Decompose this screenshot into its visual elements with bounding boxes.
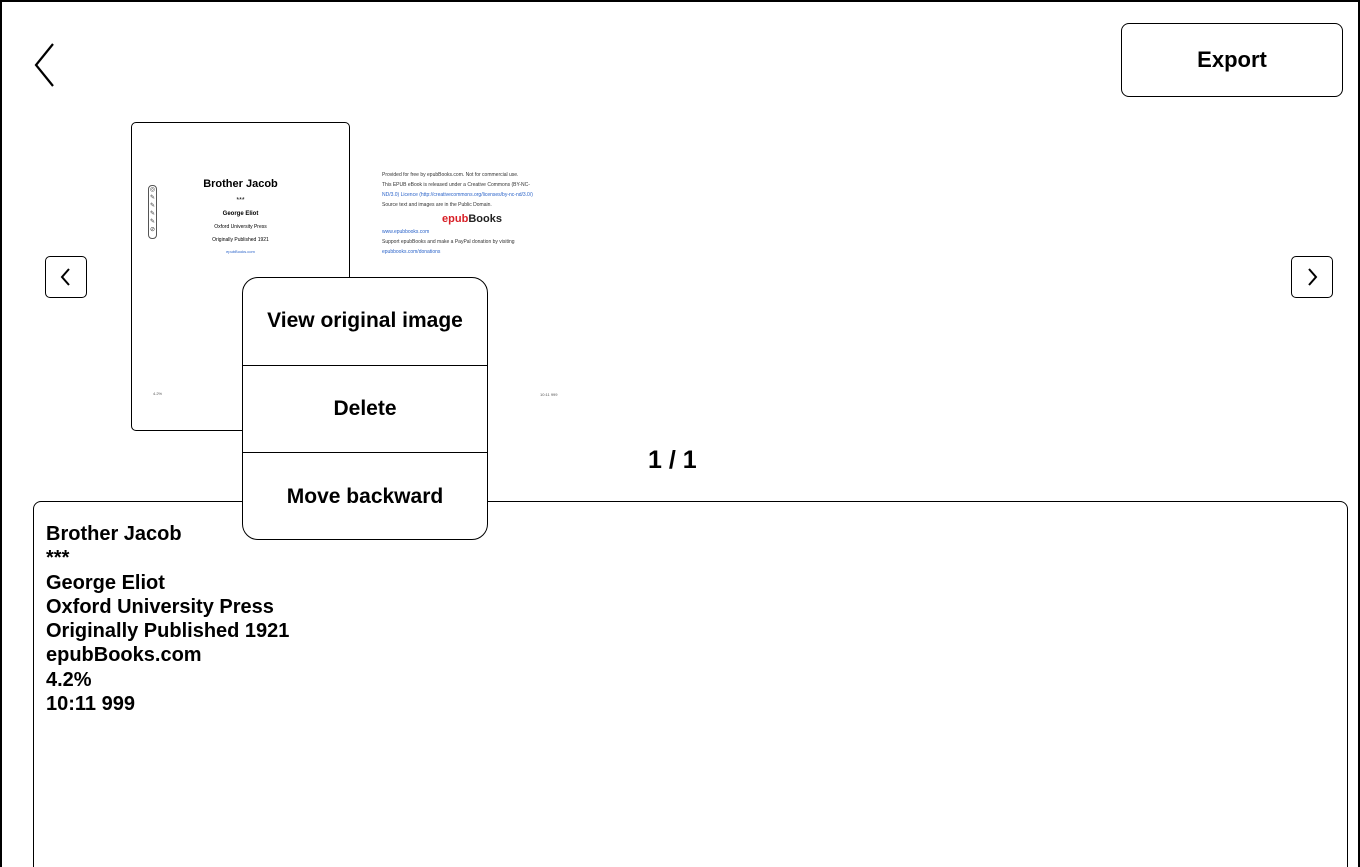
menu-item-view-original-image[interactable]: View original image: [243, 278, 487, 366]
chevron-left-icon: [34, 43, 54, 87]
text-line: ***: [46, 547, 70, 570]
menu-item-move-backward[interactable]: Move backward: [243, 453, 487, 539]
back-button[interactable]: [28, 40, 68, 90]
text-line: 4.2%: [46, 668, 92, 691]
page2-line: Provided for free by epubBooks.com. Not …: [382, 172, 519, 178]
next-page-button[interactable]: [1291, 256, 1333, 298]
context-menu: View original image Delete Move backward: [242, 277, 488, 540]
page2-link: www.epubbooks.com: [382, 229, 430, 235]
recognized-text-panel[interactable]: Brother Jacob *** George Eliot Oxford Un…: [33, 501, 1348, 867]
page2-footer: 10:11 999: [540, 392, 558, 397]
page2-line: ND/3.0) Licence (http://creativecommons.…: [382, 192, 533, 198]
recognized-text: Brother Jacob *** George Eliot Oxford Un…: [46, 522, 289, 716]
previous-page-button[interactable]: [45, 256, 87, 298]
thumbnail-publisher: Oxford University Press: [214, 224, 267, 230]
epubbooks-logo: epubBooks: [442, 213, 502, 225]
menu-item-delete[interactable]: Delete: [243, 366, 487, 453]
page2-line: epubbooks.com/donations: [382, 249, 441, 255]
text-line: Oxford University Press: [46, 595, 274, 618]
thumbnail-footer: 4.2%: [153, 391, 163, 396]
text-line: Originally Published 1921: [46, 620, 290, 643]
text-line: 10:11 999: [46, 693, 135, 716]
thumbnail-author: George Eliot: [222, 211, 259, 217]
page-indicator: 1 / 1: [648, 446, 697, 474]
chevron-right-icon: [1308, 268, 1318, 286]
thumbnail-title: Brother Jacob: [203, 178, 278, 190]
thumbnail-published: Originally Published 1921: [212, 237, 269, 243]
page2-line: Source text and images are in the Public…: [382, 202, 492, 208]
page2-line: Support epubBooks and make a PayPal dona…: [382, 239, 515, 245]
text-line: George Eliot: [46, 571, 165, 594]
export-button[interactable]: Export: [1121, 23, 1343, 97]
page2-line: This EPUB eBook is released under a Crea…: [382, 182, 530, 188]
chevron-left-icon: [60, 268, 70, 286]
text-line: epubBooks.com: [46, 644, 202, 667]
thumbnail-separator: ***: [236, 197, 245, 204]
thumbnail-site: epubBooks.com: [226, 249, 255, 254]
